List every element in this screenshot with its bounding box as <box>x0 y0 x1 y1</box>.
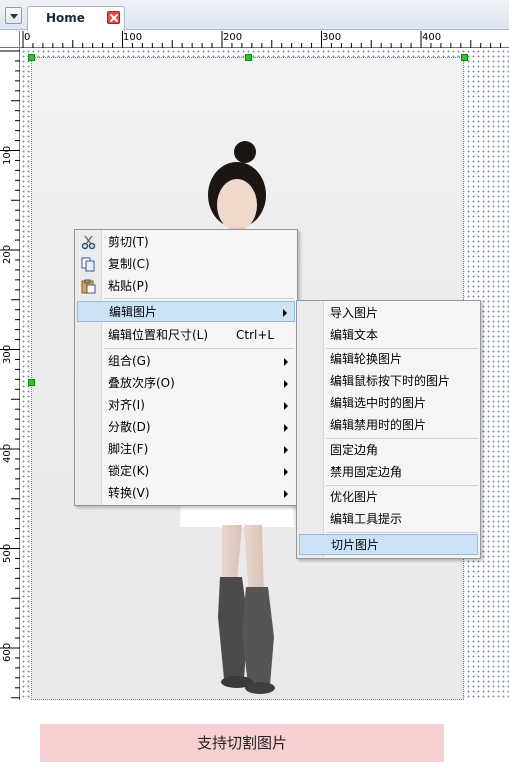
vertical-ruler: 100 200 300 400 500 600 <box>0 48 20 700</box>
ruler-label: 600 <box>2 642 13 662</box>
close-icon[interactable] <box>107 11 120 24</box>
resize-handle[interactable] <box>461 54 468 61</box>
menu-item-lock[interactable]: 锁定(K) <box>77 461 295 482</box>
submenu-item-slice-image[interactable]: 切片图片 <box>299 534 478 555</box>
menu-item-label: 固定边角 <box>330 443 379 457</box>
submenu-arrow-icon <box>284 402 288 410</box>
scissors-icon <box>81 235 96 250</box>
submenu-item-edit-rollover-image[interactable]: 编辑轮换图片 <box>299 349 478 370</box>
menu-separator <box>326 532 478 533</box>
menu-item-label: 锁定(K) <box>108 464 150 478</box>
menu-separator <box>326 438 478 439</box>
submenu-item-optimize-image[interactable]: 优化图片 <box>299 487 478 508</box>
menu-item-label: 脚注(F) <box>108 442 149 456</box>
menu-item-label: 组合(G) <box>108 354 151 368</box>
edit-image-submenu: 导入图片 编辑文本 编辑轮换图片 编辑鼠标按下时的图片 编辑选中时的图片 编辑禁… <box>296 300 481 559</box>
submenu-arrow-icon <box>284 424 288 432</box>
menu-item-copy[interactable]: 复制(C) <box>77 254 295 275</box>
menu-item-label: 编辑文本 <box>330 328 379 342</box>
menu-item-label: 转换(V) <box>108 486 150 500</box>
ruler-label: 100 <box>123 32 143 43</box>
menu-item-label: 编辑位置和尺寸(L) <box>108 328 209 342</box>
menu-item-label: 复制(C) <box>108 257 150 271</box>
ruler-label: 300 <box>322 32 342 43</box>
menu-item-shortcut: Ctrl+L <box>236 328 275 342</box>
submenu-arrow-icon <box>284 358 288 366</box>
submenu-arrow-icon <box>284 380 288 388</box>
menu-item-label: 优化图片 <box>330 490 379 504</box>
menu-item-order[interactable]: 叠放次序(O) <box>77 373 295 394</box>
ruler-label: 400 <box>2 443 13 463</box>
horizontal-ruler: 0 100 200 300 400 <box>20 31 509 48</box>
submenu-item-disable-fix-corners[interactable]: 禁用固定边角 <box>299 462 478 483</box>
ruler-label: 100 <box>2 145 13 165</box>
submenu-item-fix-corners[interactable]: 固定边角 <box>299 440 478 461</box>
menu-item-group[interactable]: 组合(G) <box>77 351 295 372</box>
submenu-item-edit-selected-image[interactable]: 编辑选中时的图片 <box>299 393 478 414</box>
submenu-item-edit-text[interactable]: 编辑文本 <box>299 325 478 346</box>
menu-item-label: 分散(D) <box>108 420 151 434</box>
menu-item-edit-image[interactable]: 编辑图片 <box>77 301 295 322</box>
tab-bar: Home <box>0 0 509 31</box>
resize-handle[interactable] <box>28 54 35 61</box>
submenu-item-edit-tooltip[interactable]: 编辑工具提示 <box>299 509 478 530</box>
menu-item-label: 对齐(I) <box>108 398 145 412</box>
submenu-arrow-icon <box>284 446 288 454</box>
menu-item-label: 剪切(T) <box>108 235 149 249</box>
menu-item-cut[interactable]: 剪切(T) <box>77 232 295 253</box>
menu-item-align[interactable]: 对齐(I) <box>77 395 295 416</box>
menu-item-footnote[interactable]: 脚注(F) <box>77 439 295 460</box>
menu-item-edit-position-size[interactable]: 编辑位置和尺寸(L) Ctrl+L <box>77 325 295 346</box>
menu-item-label: 编辑图片 <box>109 305 158 319</box>
submenu-arrow-icon <box>284 468 288 476</box>
ruler-label: 400 <box>422 32 442 43</box>
paste-icon <box>81 279 96 294</box>
menu-item-label: 叠放次序(O) <box>108 376 175 390</box>
ruler-corner <box>0 31 20 48</box>
menu-separator <box>104 298 294 299</box>
submenu-item-import-image[interactable]: 导入图片 <box>299 303 478 324</box>
feature-caption: 支持切割图片 <box>40 724 444 762</box>
menu-separator <box>104 348 294 349</box>
ruler-label: 500 <box>2 543 13 563</box>
submenu-arrow-icon <box>283 309 287 317</box>
context-menu: 剪切(T) 复制(C) 粘贴(P) 编辑图片 编辑位置和尺寸(L) Ctrl+L… <box>74 229 298 506</box>
menu-item-label: 编辑禁用时的图片 <box>330 418 427 432</box>
submenu-item-edit-mousedown-image[interactable]: 编辑鼠标按下时的图片 <box>299 371 478 392</box>
copy-icon <box>81 257 95 272</box>
chevron-down-icon <box>10 14 18 19</box>
submenu-item-edit-disabled-image[interactable]: 编辑禁用时的图片 <box>299 415 478 436</box>
menu-item-label: 导入图片 <box>330 306 379 320</box>
ruler-label: 200 <box>223 32 243 43</box>
tab-list-dropdown-button[interactable] <box>5 7 22 24</box>
menu-item-label: 禁用固定边角 <box>330 465 403 479</box>
submenu-arrow-icon <box>284 490 288 498</box>
menu-item-label: 编辑选中时的图片 <box>330 396 427 410</box>
menu-item-label: 编辑轮换图片 <box>330 352 403 366</box>
tab-home[interactable]: Home <box>27 6 125 31</box>
resize-handle[interactable] <box>245 54 252 61</box>
menu-item-label: 编辑鼠标按下时的图片 <box>330 374 451 388</box>
resize-handle[interactable] <box>28 379 35 386</box>
menu-item-label: 粘贴(P) <box>108 279 149 293</box>
ruler-label: 300 <box>2 344 13 364</box>
menu-item-label: 编辑工具提示 <box>330 512 403 526</box>
ruler-label: 0 <box>24 32 31 43</box>
menu-item-distribute[interactable]: 分散(D) <box>77 417 295 438</box>
menu-item-convert[interactable]: 转换(V) <box>77 483 295 504</box>
menu-item-paste[interactable]: 粘贴(P) <box>77 276 295 297</box>
tab-home-label: Home <box>46 11 85 25</box>
menu-separator <box>326 485 478 486</box>
ruler-label: 200 <box>2 244 13 264</box>
menu-item-label: 切片图片 <box>331 538 380 552</box>
